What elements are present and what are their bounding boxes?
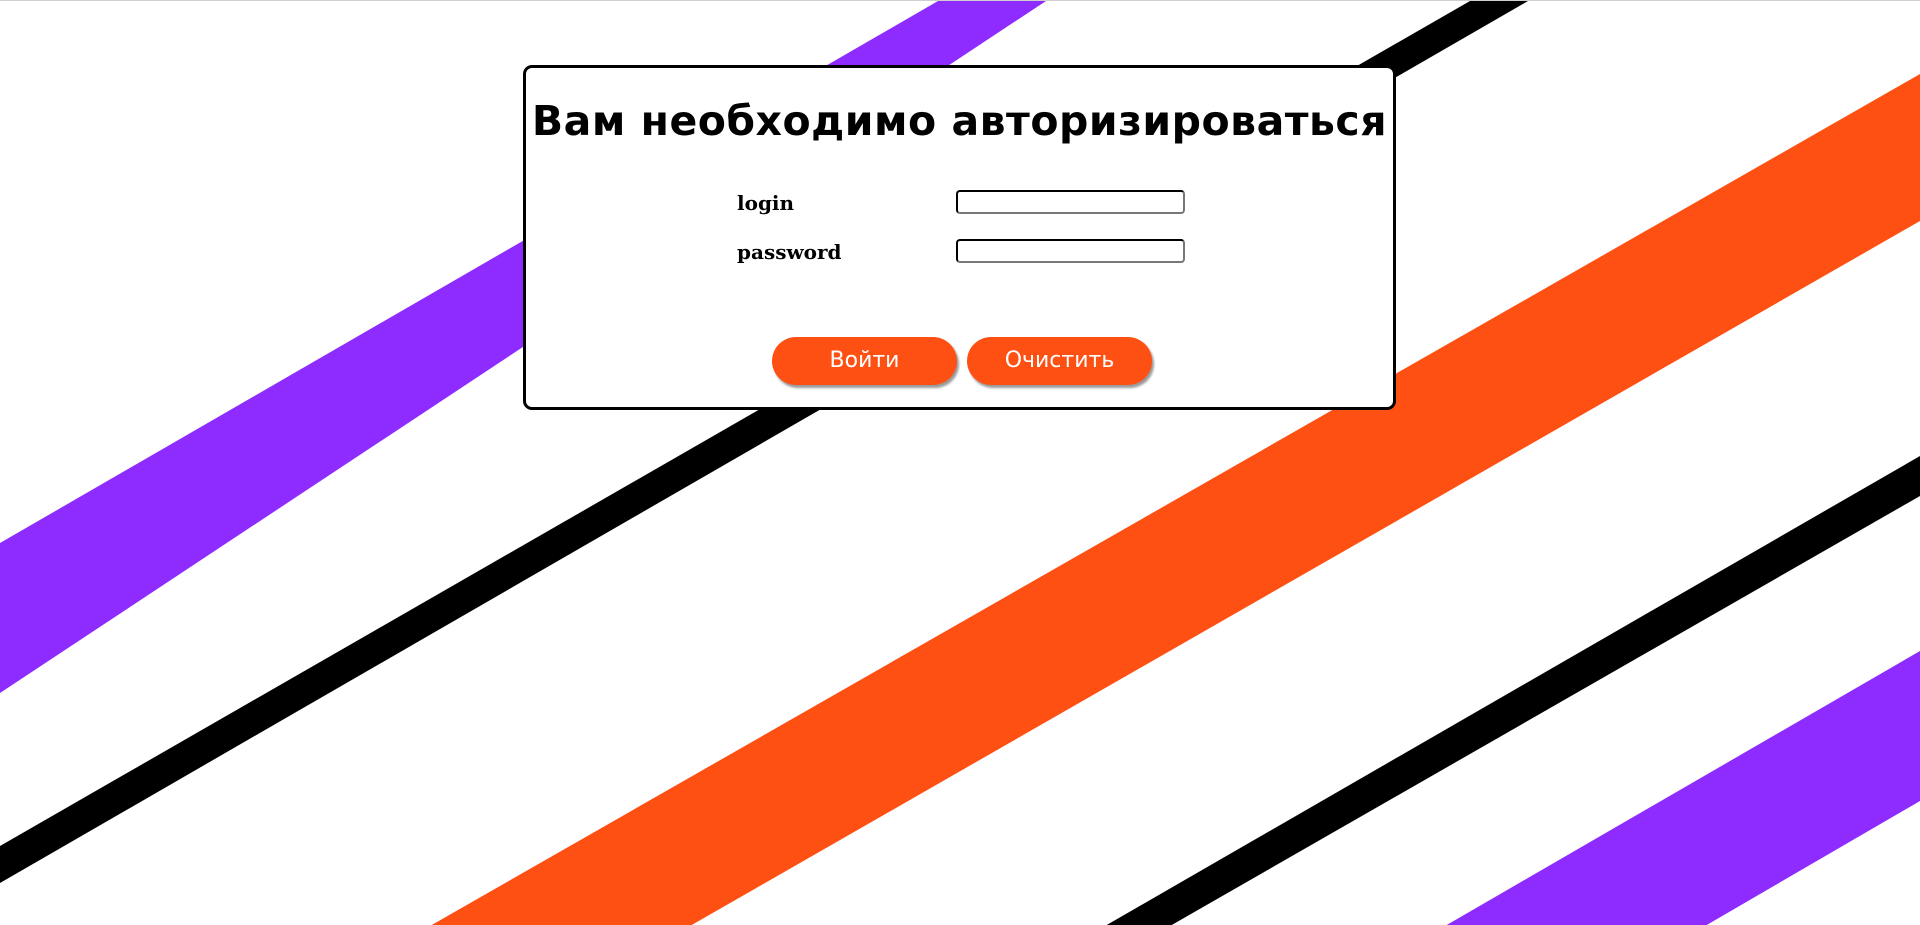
login-title: Вам необходимо авторизироваться: [531, 97, 1388, 145]
login-submit-button[interactable]: Войти: [772, 337, 957, 385]
clear-form-button[interactable]: Очистить: [967, 337, 1152, 385]
password-field-row: password: [526, 238, 1393, 266]
password-label: password: [737, 240, 842, 264]
login-field-row: login: [526, 189, 1393, 217]
login-form-card: Вам необходимо авторизироваться login pa…: [523, 65, 1396, 410]
login-page: Вам необходимо авторизироваться login pa…: [0, 0, 1920, 925]
login-input[interactable]: [956, 190, 1185, 214]
login-label: login: [737, 191, 795, 215]
password-input[interactable]: [956, 239, 1185, 263]
